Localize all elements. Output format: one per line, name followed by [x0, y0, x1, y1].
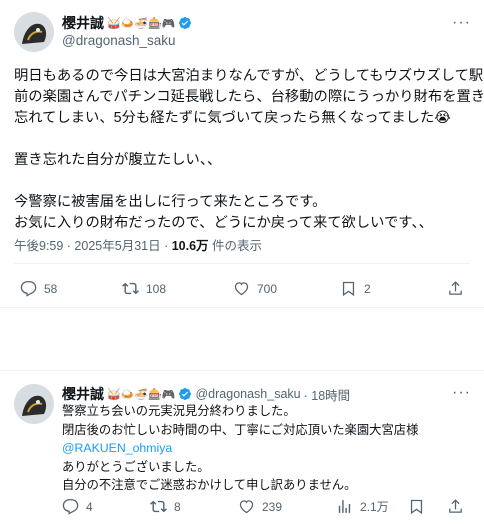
like-button[interactable]: 239	[238, 498, 282, 515]
views-chart-icon	[338, 500, 351, 513]
bookmark-button[interactable]	[408, 498, 425, 515]
view-count: 2.1万	[360, 500, 389, 514]
share-icon	[449, 499, 462, 513]
like-count: 700	[257, 281, 278, 296]
bookmark-icon	[410, 499, 423, 515]
verified-badge-icon	[178, 387, 192, 401]
tweet-line: 明日もあるので今日は大宮泊まりなんですが、どうしてもウズウズして駅	[14, 68, 484, 84]
tweet-line: 警察立ち会いの元実況見分終わりました。	[62, 404, 296, 418]
reply-count: 4	[86, 499, 93, 514]
divider	[14, 263, 470, 264]
avatar[interactable]	[14, 384, 54, 424]
tweet-line: 置き忘れた自分が腹立たしい、、	[14, 152, 222, 168]
tweet-line: 今警察に被害届を出しに行って来たところです。	[14, 194, 327, 210]
like-count: 239	[262, 499, 283, 514]
bookmark-button[interactable]: 2	[340, 280, 371, 297]
tweet-meta: 午後9:59 · 2025年5月31日 · 10.6万 件の表示	[14, 235, 262, 254]
repost-count: 8	[174, 499, 181, 514]
repost-count: 108	[146, 281, 167, 296]
share-icon	[449, 281, 462, 295]
tweet-line	[14, 129, 484, 150]
bookmark-icon	[342, 281, 355, 297]
tweet-line	[14, 171, 484, 192]
tweet-line: お気に入りの財布だったので、どうにか戻って来て欲しいです、、	[14, 215, 433, 231]
spacer	[0, 308, 484, 370]
more-options-icon[interactable]: ···	[452, 14, 471, 32]
name-emojis: 🥁🍛🍜🎰🎮	[107, 17, 176, 30]
heart-icon	[239, 500, 254, 514]
more-options-icon[interactable]: ···	[452, 384, 471, 402]
tweet-card-main: 櫻井誠 🥁🍛🍜🎰🎮 @dragonash_saku ··· 明日もあるので今日は…	[0, 0, 484, 308]
name-emojis: 🥁🍛🍜🎰🎮	[107, 388, 176, 401]
tweet-text: 明日もあるので今日は大宮泊まりなんですが、どうしてもウズウズして駅 前の楽園さん…	[14, 66, 484, 234]
avatar[interactable]	[14, 12, 54, 52]
reply-icon	[20, 281, 37, 297]
author-handle[interactable]: @dragonash_saku	[195, 387, 300, 401]
verified-badge-icon	[178, 16, 192, 30]
like-button[interactable]: 700	[233, 280, 277, 297]
mention-link[interactable]: @RAKUEN_ohmiya	[62, 439, 418, 458]
tweet-line: 前の楽園さんでパチンコ延長戦したら、台移動の際にうっかり財布を置き	[14, 89, 484, 105]
tweet-text: 警察立ち会いの元実況見分終わりました。 閉店後のお忙しいお時間の中、丁寧にご対応…	[62, 402, 418, 495]
bookmark-count: 2	[364, 281, 371, 296]
heart-icon	[234, 282, 249, 296]
tweet-line: ありがとうございました。	[62, 459, 210, 474]
author-name-row: 櫻井誠 🥁🍛🍜🎰🎮	[62, 13, 192, 33]
repost-button[interactable]: 108	[122, 280, 166, 297]
tweet-timestamp[interactable]: · 18時間	[304, 385, 351, 404]
view-count: 10.6万	[171, 239, 209, 253]
view-count-suffix: 件の表示	[208, 239, 263, 253]
author-handle[interactable]: @dragonash_saku	[62, 33, 176, 48]
author-name[interactable]: 櫻井誠	[62, 13, 104, 33]
tweet-timestamp[interactable]: 午後9:59 · 2025年5月31日 ·	[14, 239, 172, 253]
author-name[interactable]: 櫻井誠	[62, 384, 104, 404]
reply-icon	[62, 499, 79, 515]
tweet-line: 忘れてしまい、5分も経たずに気づいて戻ったら無くなってました😭	[14, 110, 451, 126]
share-button[interactable]	[447, 498, 464, 515]
tweet-line: 自分の不注意でご迷惑おかけして申し訳ありません。	[62, 478, 357, 492]
tweet-line: 閉店後のお忙しいお時間の中、丁寧にご対応頂いた楽園大宮店様	[62, 422, 419, 437]
repost-icon	[150, 500, 167, 513]
share-button[interactable]	[447, 280, 464, 297]
views-button[interactable]: 2.1万	[336, 498, 389, 515]
repost-icon	[122, 282, 139, 295]
reply-button[interactable]: 4	[62, 498, 93, 515]
author-name-row: 櫻井誠 🥁🍛🍜🎰🎮 @dragonash_saku · 18時間	[62, 384, 350, 404]
repost-button[interactable]: 8	[150, 498, 181, 515]
reply-button[interactable]: 58	[20, 280, 57, 297]
reply-count: 58	[44, 281, 58, 296]
